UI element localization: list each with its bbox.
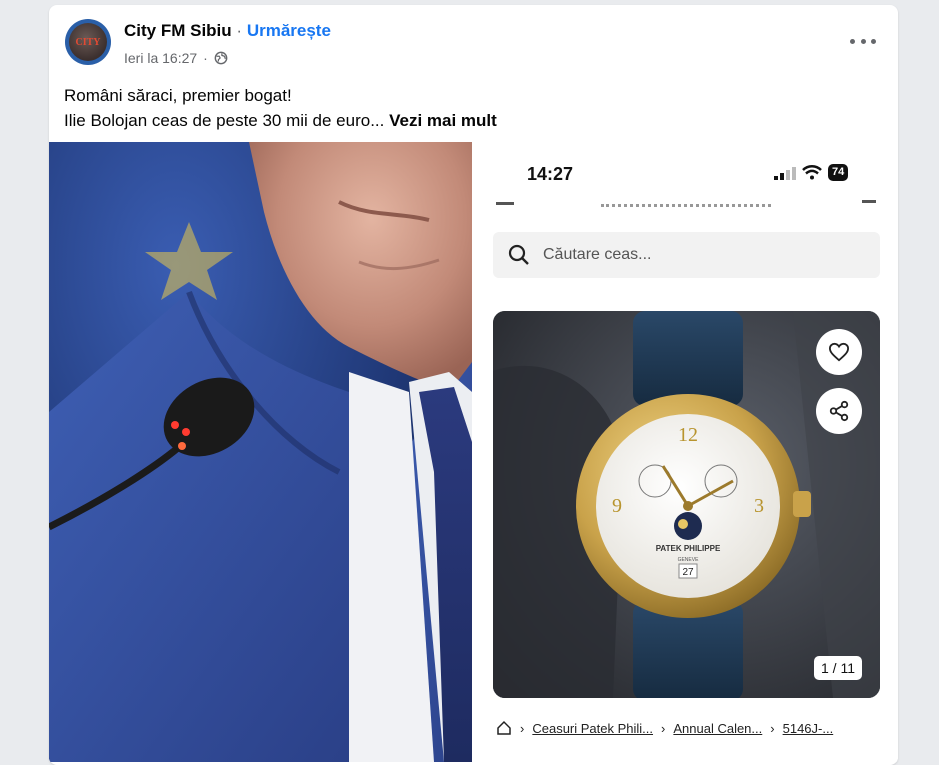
globe-icon	[214, 51, 228, 65]
signal-icon	[774, 166, 796, 180]
watch-strap-top	[633, 311, 743, 406]
post-image[interactable]: 14:27 74 Căutare ceas... 12 9 3 PATEK PH…	[49, 142, 898, 762]
avatar-logo-text: CITY	[75, 36, 101, 48]
home-icon[interactable]	[496, 720, 512, 736]
post-meta: Ieri la 16:27 ·	[124, 50, 228, 66]
page-name-link[interactable]: City FM Sibiu	[124, 21, 232, 40]
heart-icon	[828, 342, 850, 362]
watch-brand: PATEK PHILIPPE	[656, 544, 721, 553]
post-text: Români săraci, premier bogat! Ilie Boloj…	[64, 83, 497, 133]
more-options-button[interactable]	[850, 31, 876, 51]
watch-numeral-3: 3	[754, 495, 764, 517]
see-more-link[interactable]: Vezi mai mult	[389, 111, 497, 130]
page-avatar[interactable]: CITY	[65, 19, 111, 65]
photo-politician	[49, 142, 472, 762]
favorite-button[interactable]	[816, 329, 862, 375]
watch-photo: 12 9 3 PATEK PHILIPPE GENEVE 27	[493, 311, 880, 698]
share-button[interactable]	[816, 388, 862, 434]
search-placeholder: Căutare ceas...	[543, 246, 652, 263]
watch-numeral-9: 9	[612, 495, 622, 517]
breadcrumb-item-1[interactable]: Ceasuri Patek Phili...	[532, 721, 653, 736]
chevron-right-icon: ›	[770, 720, 775, 736]
breadcrumb: › Ceasuri Patek Phili... › Annual Calen.…	[496, 720, 833, 736]
phone-screenshot: 14:27 74 Căutare ceas... 12 9 3 PATEK PH…	[474, 142, 898, 762]
watch-city: GENEVE	[678, 557, 700, 563]
battery-indicator: 74	[828, 164, 849, 181]
status-bar-icons: 74	[774, 164, 849, 181]
watch-search-input[interactable]: Căutare ceas...	[493, 232, 880, 278]
status-bar-time: 14:27	[527, 164, 574, 184]
more-dot	[860, 38, 866, 44]
watch-numeral-12: 12	[678, 424, 698, 446]
more-dot	[850, 38, 855, 44]
post-card: CITY City FM Sibiu · Urmărește Ieri la 1…	[49, 5, 898, 765]
post-header-title: City FM Sibiu · Urmărește	[124, 21, 331, 41]
watch-date: 27	[682, 567, 694, 578]
separator-dot: ·	[203, 50, 208, 66]
more-dot	[871, 38, 876, 44]
product-image-card[interactable]: 12 9 3 PATEK PHILIPPE GENEVE 27 1 / 11	[493, 311, 880, 698]
follow-button[interactable]: Urmărește	[247, 21, 331, 40]
wifi-icon	[802, 165, 822, 180]
breadcrumb-item-2[interactable]: Annual Calen...	[673, 721, 762, 736]
breadcrumb-item-3[interactable]: 5146J-...	[783, 721, 834, 736]
app-header-fragment	[496, 200, 876, 208]
post-text-line-2: Ilie Bolojan ceas de peste 30 mii de eur…	[64, 108, 497, 133]
post-text-line-2-body: Ilie Bolojan ceas de peste 30 mii de eur…	[64, 111, 385, 130]
search-icon	[508, 244, 529, 265]
post-timestamp[interactable]: Ieri la 16:27	[124, 50, 197, 66]
image-counter: 1 / 11	[814, 656, 862, 680]
moon-phase	[674, 512, 702, 540]
chevron-right-icon: ›	[661, 720, 666, 736]
header-separator: ·	[236, 21, 243, 40]
avatar-logo: CITY	[69, 23, 107, 61]
post-text-line-1: Români săraci, premier bogat!	[64, 86, 292, 105]
politician-illustration	[49, 142, 472, 762]
share-icon	[829, 400, 849, 422]
chevron-right-icon: ›	[520, 720, 525, 736]
